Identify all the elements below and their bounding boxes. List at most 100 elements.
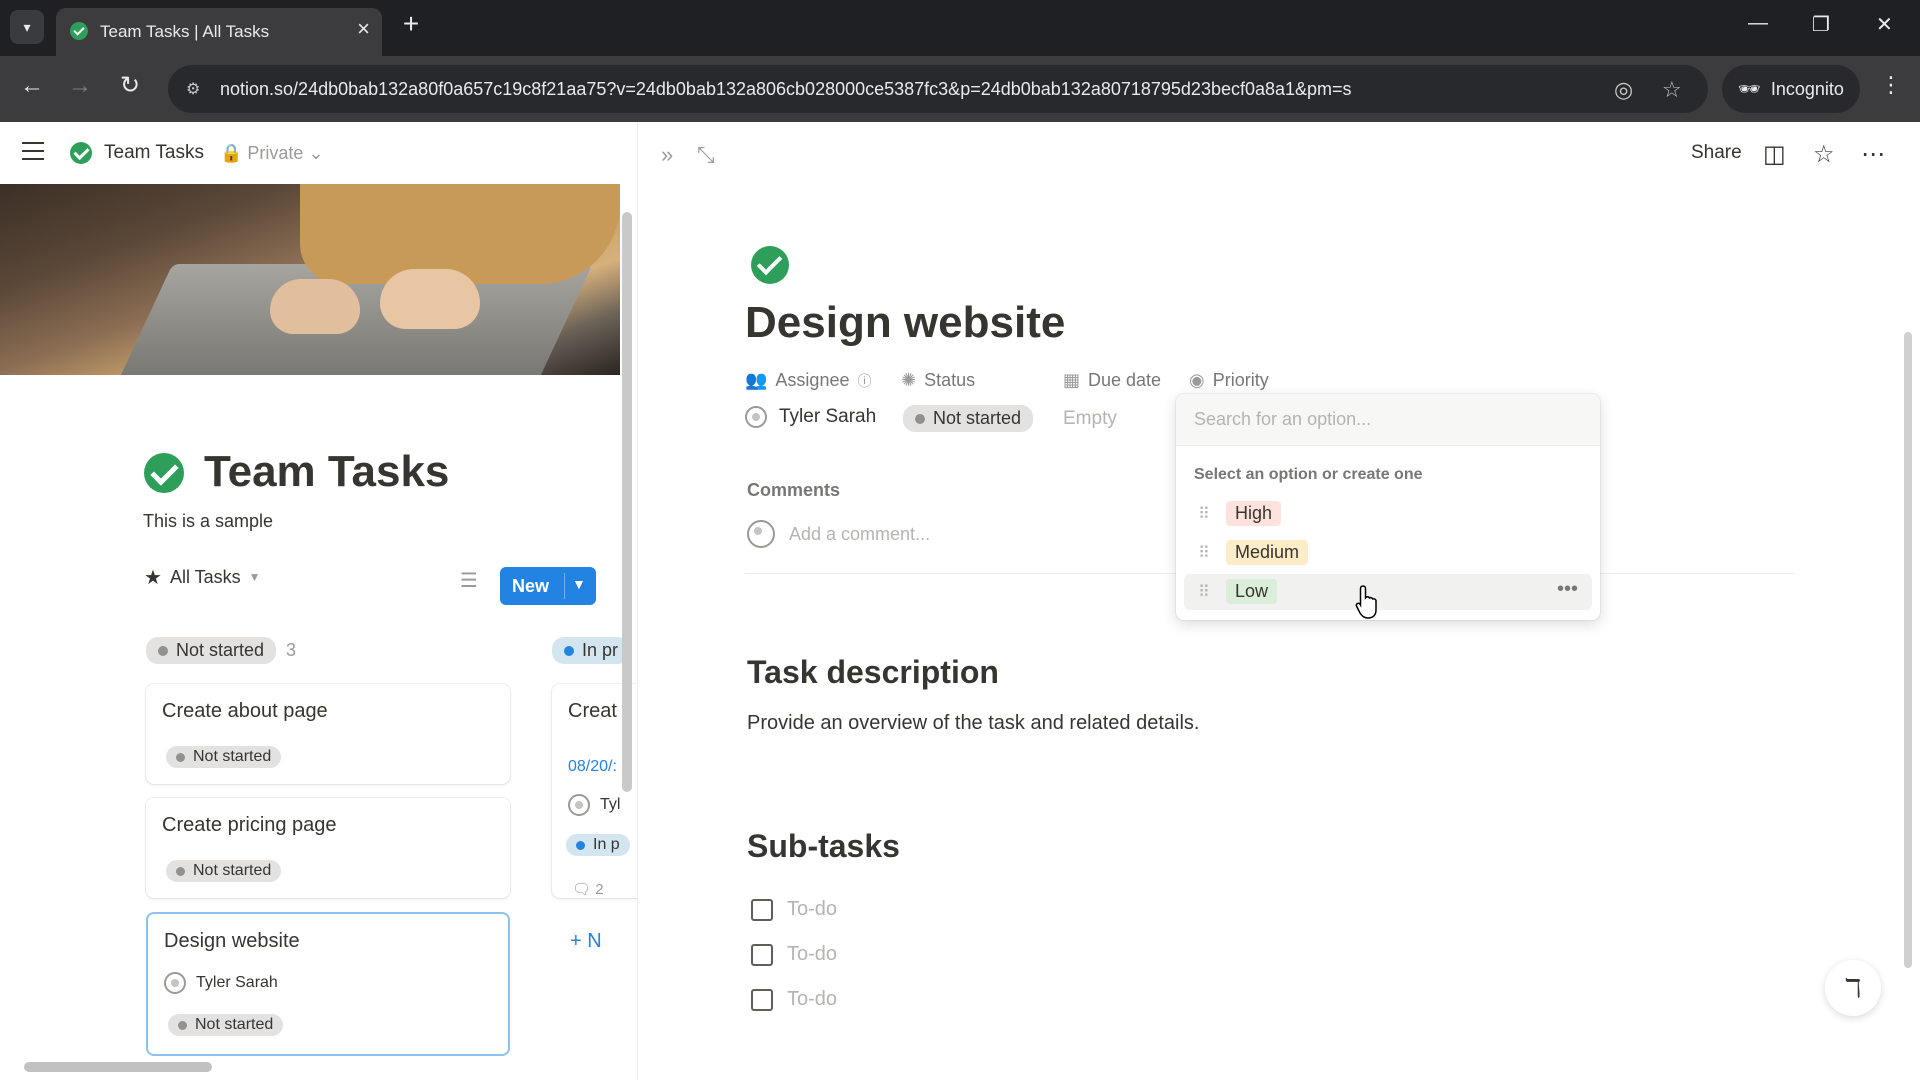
new-dropdown-chevron-icon[interactable]: ▼ bbox=[572, 576, 586, 592]
todo-checkbox[interactable] bbox=[751, 943, 773, 966]
database-description[interactable]: This is a sample bbox=[143, 511, 273, 532]
todo-checkbox[interactable] bbox=[751, 898, 773, 921]
add-card-button[interactable]: + N bbox=[570, 930, 602, 953]
status-pill: Not started bbox=[146, 637, 277, 664]
board-card[interactable]: Create pricing page Not started bbox=[146, 798, 510, 898]
browser-tab[interactable]: Team Tasks | All Tasks × bbox=[56, 8, 382, 56]
avatar bbox=[164, 972, 186, 994]
card-status-pill: Not started bbox=[166, 746, 282, 768]
database-title[interactable]: Team Tasks bbox=[204, 447, 449, 497]
board-card-selected[interactable]: Design website Tyler Sarah Not started bbox=[146, 912, 510, 1056]
board-card[interactable]: Create about page Not started bbox=[146, 684, 510, 784]
option-tag: Medium bbox=[1226, 540, 1309, 565]
close-window-icon[interactable]: ✕ bbox=[1876, 12, 1893, 37]
forward-icon[interactable]: → bbox=[68, 74, 92, 98]
browser-menu-icon[interactable]: ⋮ bbox=[1880, 72, 1902, 98]
chevron-down-icon: ▼ bbox=[248, 570, 261, 584]
task-description-text[interactable]: Provide an overview of the task and rela… bbox=[747, 712, 1199, 735]
url-text[interactable]: notion.so/24db0bab132a80f0a657c19c8f21aa… bbox=[220, 79, 1580, 100]
favorite-star-icon[interactable]: ☆ bbox=[1813, 140, 1835, 169]
help-ai-button[interactable]: ℸ bbox=[1825, 960, 1881, 1016]
horizontal-scrollbar[interactable] bbox=[24, 1062, 212, 1072]
star-icon: ★ bbox=[144, 566, 162, 589]
close-peek-icon[interactable]: » bbox=[661, 142, 673, 168]
card-title: Design website bbox=[164, 930, 300, 952]
page-check-icon[interactable] bbox=[751, 246, 789, 284]
tab-title: Team Tasks | All Tasks bbox=[100, 22, 270, 41]
priority-option-low[interactable]: ⠿ Low ••• bbox=[1184, 574, 1592, 610]
status-icon: ✺ bbox=[901, 370, 917, 390]
view-tab-all-tasks[interactable]: ★ All Tasks ▼ bbox=[132, 558, 273, 596]
option-tag: Low bbox=[1226, 579, 1278, 604]
people-icon: 👥 bbox=[745, 370, 768, 390]
new-label: New bbox=[512, 576, 550, 596]
column-header-in-progress[interactable]: In pr bbox=[552, 637, 631, 664]
due-date-value[interactable]: Empty bbox=[1063, 408, 1117, 430]
comment-input[interactable]: Add a comment... bbox=[747, 520, 930, 548]
breadcrumb-title[interactable]: Team Tasks bbox=[104, 142, 204, 164]
vertical-scrollbar[interactable] bbox=[1904, 332, 1912, 968]
page-check-icon bbox=[70, 142, 92, 164]
property-priority[interactable]: ◉ Priority bbox=[1189, 370, 1269, 391]
restore-icon[interactable]: ❐ bbox=[1812, 12, 1830, 37]
comment-count: 🗨 2 bbox=[572, 881, 604, 898]
option-search-input[interactable]: Search for an option... bbox=[1176, 394, 1600, 446]
calendar-icon: ▦ bbox=[1063, 370, 1081, 390]
option-tag: High bbox=[1226, 501, 1282, 526]
hand-pointer-cursor-icon bbox=[1355, 585, 1377, 619]
notion-check-favicon-icon bbox=[70, 22, 88, 40]
info-icon: ⓘ bbox=[857, 372, 872, 389]
todo-item[interactable]: To-do bbox=[751, 898, 837, 921]
property-status[interactable]: ✺ Status bbox=[901, 370, 975, 391]
reload-icon[interactable]: ↻ bbox=[120, 74, 140, 98]
expand-icon[interactable]: ⤡ bbox=[697, 142, 715, 168]
back-icon[interactable]: ← bbox=[20, 74, 44, 98]
column-header-not-started[interactable]: Not started 3 bbox=[146, 637, 296, 664]
property-due-date[interactable]: ▦ Due date bbox=[1063, 370, 1161, 391]
task-description-heading[interactable]: Task description bbox=[747, 654, 999, 691]
privacy-indicator[interactable]: 🔒 Private ⌄ bbox=[220, 143, 324, 164]
sidebar-menu-icon[interactable] bbox=[22, 142, 44, 160]
tab-close-icon[interactable]: × bbox=[357, 18, 370, 40]
card-title: Creat bbox=[568, 700, 617, 722]
database-pane: Team Tasks 🔒 Private ⌄ Team Tasks This i… bbox=[0, 122, 638, 1080]
database-check-icon[interactable] bbox=[144, 453, 184, 493]
option-more-icon[interactable]: ••• bbox=[1557, 578, 1578, 601]
status-pill: Not started bbox=[903, 405, 1034, 432]
site-settings-icon[interactable]: ⚙ bbox=[186, 79, 206, 99]
drag-handle-icon[interactable]: ⠿ bbox=[1198, 582, 1210, 602]
bookmark-star-icon[interactable]: ☆ bbox=[1662, 77, 1682, 103]
todo-item[interactable]: To-do bbox=[751, 943, 837, 966]
incognito-badge[interactable]: 🕶 Incognito bbox=[1722, 65, 1860, 113]
assignee-value[interactable]: Tyler Sarah bbox=[745, 406, 876, 428]
view-name: All Tasks bbox=[169, 566, 241, 587]
status-value[interactable]: Not started bbox=[903, 405, 1034, 432]
avatar bbox=[568, 794, 590, 816]
drag-handle-icon[interactable]: ⠿ bbox=[1198, 504, 1210, 524]
subtasks-heading[interactable]: Sub-tasks bbox=[747, 828, 900, 865]
filter-settings-icon[interactable]: ☰ bbox=[460, 568, 478, 593]
new-item-button[interactable]: New ▼ bbox=[500, 567, 596, 605]
tab-search-button[interactable]: ▾ bbox=[10, 10, 44, 44]
property-assignee[interactable]: 👥 Assignee ⓘ bbox=[745, 370, 871, 391]
drag-handle-icon[interactable]: ⠿ bbox=[1198, 543, 1210, 563]
page-title[interactable]: Design website bbox=[745, 298, 1065, 348]
minimize-icon[interactable]: — bbox=[1748, 12, 1768, 35]
todo-checkbox[interactable] bbox=[751, 988, 773, 1011]
card-assignee: Tyl bbox=[568, 794, 620, 816]
browser-tab-bar: ▾ Team Tasks | All Tasks × + — ❐ ✕ bbox=[0, 0, 1920, 56]
share-button[interactable]: Share bbox=[1691, 142, 1742, 164]
incognito-label: Incognito bbox=[1770, 78, 1844, 99]
priority-option-high[interactable]: ⠿ High bbox=[1184, 496, 1592, 532]
priority-dropdown: Search for an option... Select an option… bbox=[1176, 394, 1600, 620]
vertical-scrollbar[interactable] bbox=[622, 212, 632, 792]
eye-off-icon[interactable]: ◎ bbox=[1614, 77, 1633, 103]
todo-item[interactable]: To-do bbox=[751, 988, 837, 1011]
address-bar[interactable]: ⚙ notion.so/24db0bab132a80f0a657c19c8f21… bbox=[168, 65, 1708, 113]
card-title: Create pricing page bbox=[162, 814, 337, 836]
new-tab-button[interactable]: + bbox=[396, 10, 426, 40]
more-options-icon[interactable]: ⋯ bbox=[1861, 140, 1885, 169]
priority-option-medium[interactable]: ⠿ Medium bbox=[1184, 535, 1592, 571]
peek-mode-icon[interactable]: ◫ bbox=[1763, 140, 1786, 169]
card-date: 08/20/: bbox=[568, 758, 617, 775]
